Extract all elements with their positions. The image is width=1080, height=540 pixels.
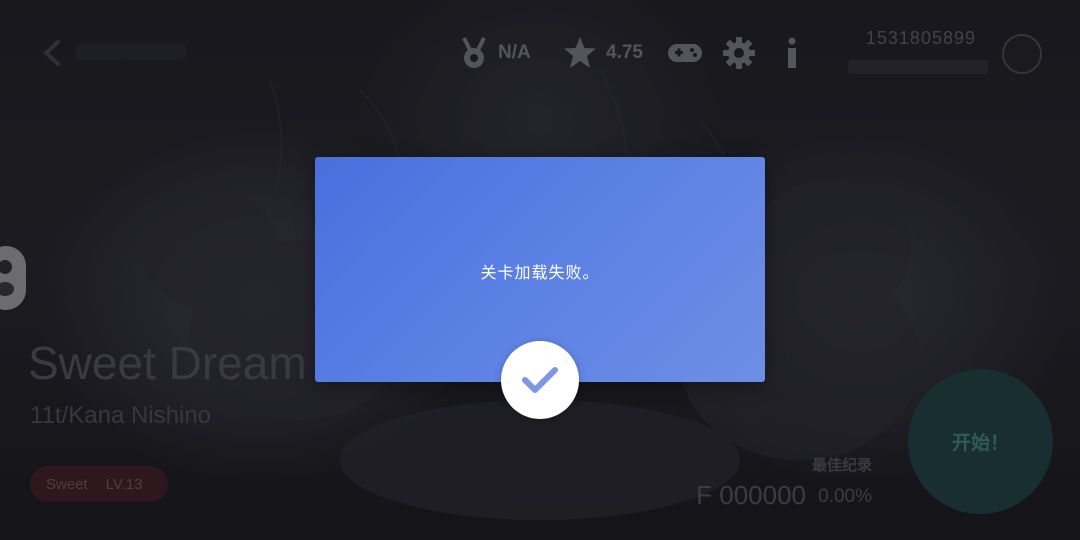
dialog-message: 关卡加载失败。	[480, 265, 600, 282]
checkmark-icon	[522, 367, 558, 393]
confirm-button[interactable]	[501, 341, 579, 419]
